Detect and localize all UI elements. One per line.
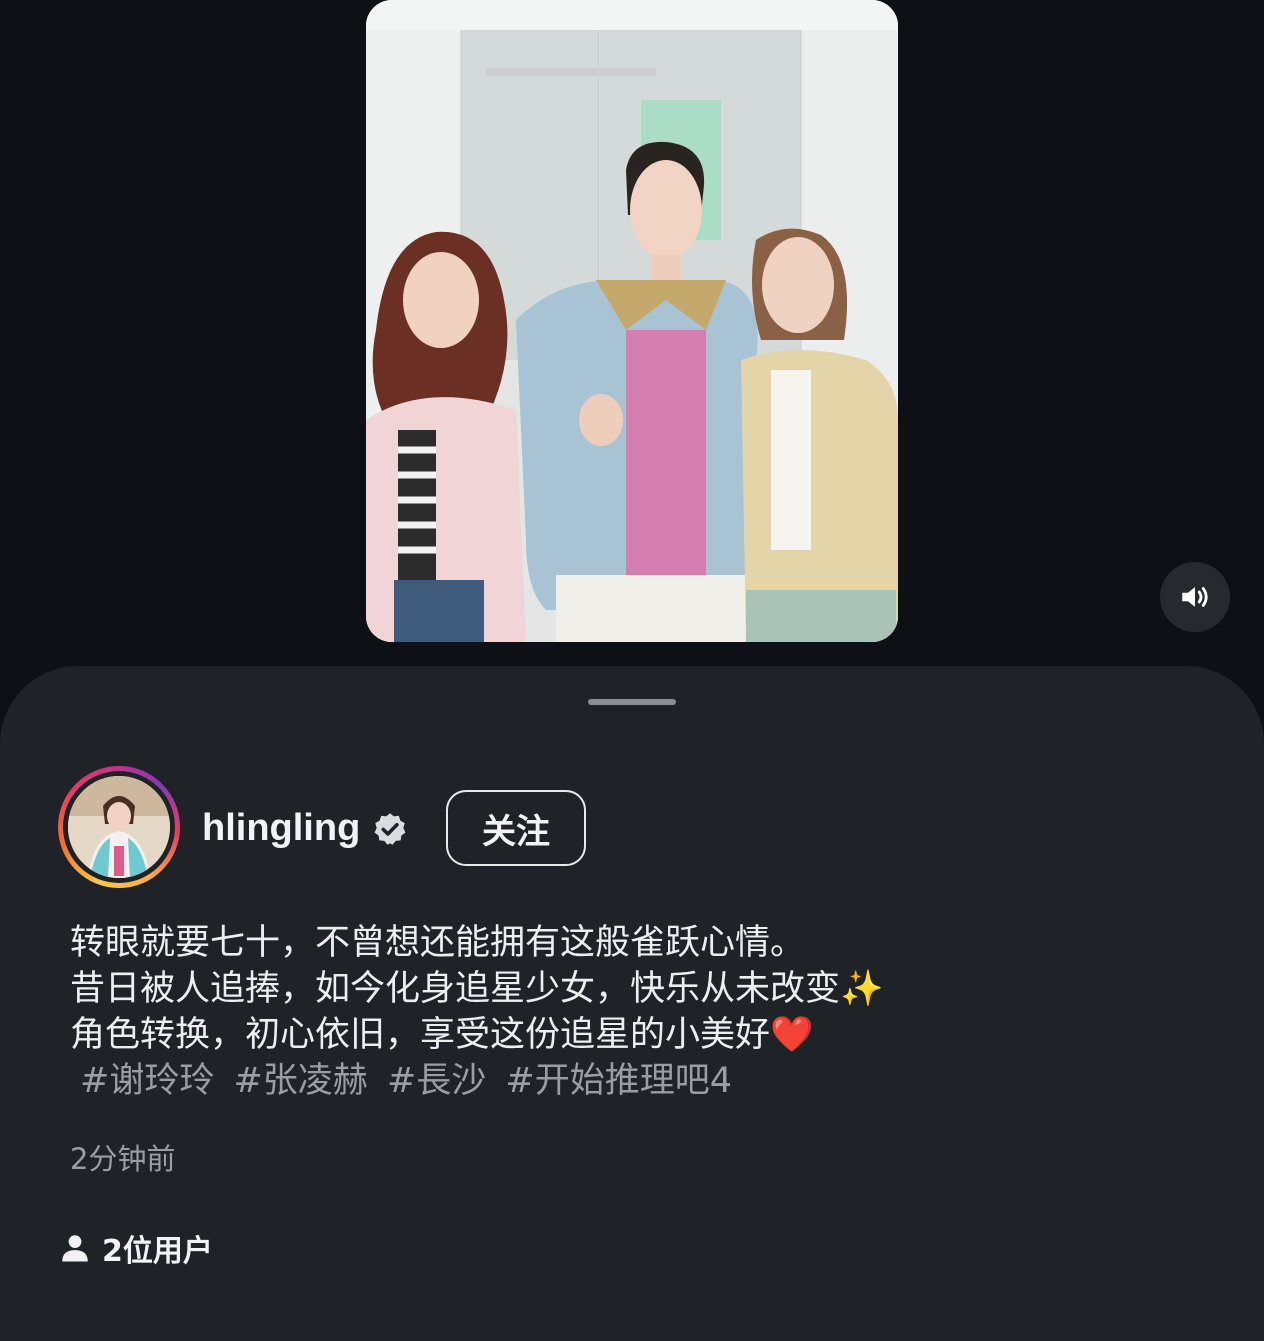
username[interactable]: hlingling [202, 804, 360, 852]
tagged-users-label: 2位用户 [102, 1234, 213, 1269]
hashtag-link[interactable]: #長沙 [387, 1061, 486, 1101]
caption-line: 转眼就要七十，不曾想还能拥有这般雀跃心情。 [70, 923, 806, 963]
avatar [68, 776, 170, 878]
post-timestamp: 2分钟前 [70, 1142, 176, 1176]
sound-toggle-button[interactable] [1160, 562, 1230, 632]
hashtag-link[interactable]: #张凌赫 [233, 1061, 367, 1101]
post-caption: 转眼就要七十，不曾想还能拥有这般雀跃心情。 昔日被人追捧，如今化身追星少女，快乐… [70, 920, 1170, 1104]
hashtag-link[interactable]: #开始推理吧4 [505, 1061, 732, 1101]
person-icon [62, 1235, 88, 1262]
hashtag-list: #谢玲玲 #张凌赫 #長沙 #开始推理吧4 [70, 1058, 1170, 1104]
follow-button[interactable]: 关注 [446, 790, 586, 866]
post-details-sheet: hlingling 关注 转眼就要七十，不曾想还能拥有这般雀跃心情。 昔日被人追… [0, 666, 1264, 1341]
avatar-story-ring[interactable] [58, 766, 180, 888]
verified-badge-icon [374, 813, 406, 845]
hashtag-link[interactable]: #谢玲玲 [80, 1061, 214, 1101]
speaker-on-icon [1182, 587, 1208, 607]
post-viewer: hlingling 关注 转眼就要七十，不曾想还能拥有这般雀跃心情。 昔日被人追… [0, 0, 1264, 1341]
sheet-drag-handle[interactable] [588, 699, 676, 705]
caption-line: 角色转换，初心依旧，享受这份追星的小美好❤️ [70, 1015, 814, 1055]
tagged-users-button[interactable]: 2位用户 [58, 1226, 213, 1270]
caption-line: 昔日被人追捧，如今化身追星少女，快乐从未改变✨ [70, 969, 884, 1009]
post-photo[interactable] [366, 0, 898, 642]
